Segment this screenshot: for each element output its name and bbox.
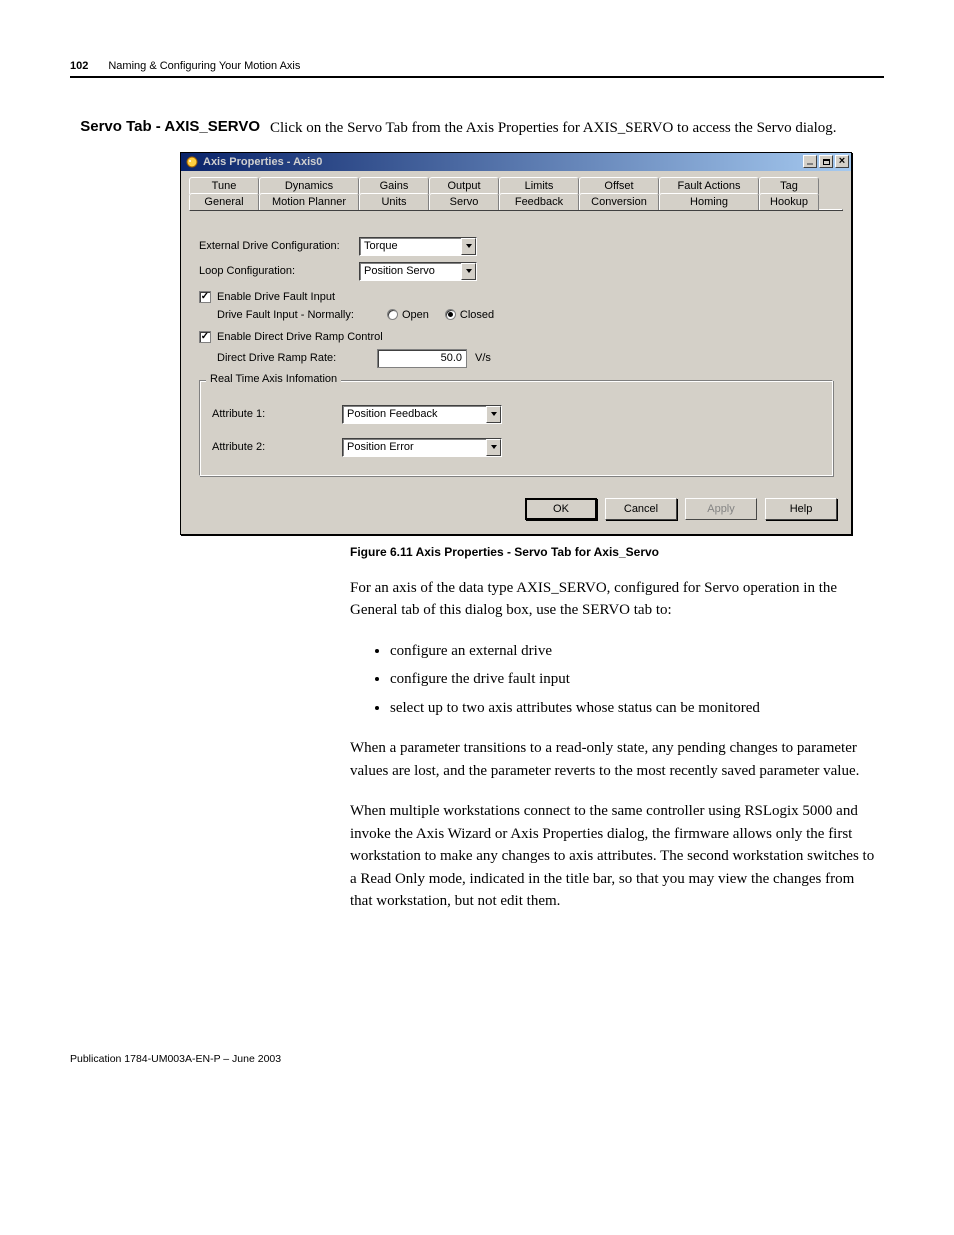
enable-direct-ramp-checkbox[interactable]	[199, 331, 211, 343]
radio-closed-label: Closed	[460, 309, 494, 321]
figure-caption: Figure 6.11 Axis Properties - Servo Tab …	[350, 545, 884, 559]
minimize-button[interactable]	[803, 155, 817, 168]
paragraph-2: When a parameter transitions to a read-o…	[350, 737, 880, 782]
group-legend: Real Time Axis Infomation	[206, 373, 341, 385]
list-item: configure an external drive	[390, 640, 880, 663]
list-item: select up to two axis attributes whose s…	[390, 697, 880, 720]
window-title: Axis Properties - Axis0	[203, 156, 803, 168]
cancel-button[interactable]: Cancel	[605, 498, 677, 520]
tab-motion-planner[interactable]: Motion Planner	[259, 193, 359, 210]
apply-button[interactable]: Apply	[685, 498, 757, 520]
external-drive-label: External Drive Configuration:	[199, 240, 359, 252]
page-header: 102 Naming & Configuring Your Motion Axi…	[70, 60, 884, 78]
tab-row-front: General Motion Planner Units Servo Feedb…	[189, 193, 843, 210]
radio-open[interactable]	[387, 309, 398, 320]
axis-properties-dialog: Axis Properties - Axis0 Tune Dynamics Ga…	[180, 152, 852, 535]
close-button[interactable]	[835, 155, 849, 168]
tab-output[interactable]: Output	[429, 177, 499, 194]
tab-gains[interactable]: Gains	[359, 177, 429, 194]
paragraph-1: For an axis of the data type AXIS_SERVO,…	[350, 577, 880, 622]
chapter-title: Naming & Configuring Your Motion Axis	[108, 60, 300, 72]
chevron-down-icon	[486, 439, 501, 456]
chevron-down-icon	[461, 263, 476, 280]
loop-config-label: Loop Configuration:	[199, 265, 359, 277]
attribute1-select[interactable]: Position Feedback	[342, 405, 502, 424]
section-intro: Click on the Servo Tab from the Axis Pro…	[270, 118, 884, 140]
enable-drive-fault-checkbox[interactable]	[199, 291, 211, 303]
external-drive-select[interactable]: Torque	[359, 237, 477, 256]
tab-row-back: Tune Dynamics Gains Output Limits Offset…	[189, 177, 843, 194]
ramp-rate-label: Direct Drive Ramp Rate:	[217, 352, 377, 364]
radio-open-label: Open	[402, 309, 429, 321]
tab-servo[interactable]: Servo	[429, 193, 499, 210]
tab-hookup[interactable]: Hookup	[759, 193, 819, 210]
bullet-list: configure an external drive configure th…	[350, 640, 880, 720]
tab-units[interactable]: Units	[359, 193, 429, 210]
radio-closed[interactable]	[445, 309, 456, 320]
ok-button[interactable]: OK	[525, 498, 597, 520]
tab-dynamics[interactable]: Dynamics	[259, 177, 359, 194]
publication-footer: Publication 1784-UM003A-EN-P – June 2003	[70, 1053, 884, 1065]
ramp-rate-input[interactable]: 50.0	[377, 349, 467, 368]
attribute2-label: Attribute 2:	[212, 441, 342, 453]
page-number: 102	[70, 60, 88, 72]
tab-limits[interactable]: Limits	[499, 177, 579, 194]
tab-tune[interactable]: Tune	[189, 177, 259, 194]
chevron-down-icon	[486, 406, 501, 423]
ramp-rate-unit: V/s	[475, 352, 491, 364]
enable-drive-fault-label: Enable Drive Fault Input	[217, 291, 335, 303]
attribute2-select[interactable]: Position Error	[342, 438, 502, 457]
app-icon	[185, 155, 199, 169]
drive-fault-input-label: Drive Fault Input - Normally:	[217, 309, 387, 321]
section-heading: Servo Tab - AXIS_SERVO	[70, 118, 270, 140]
tab-offset[interactable]: Offset	[579, 177, 659, 194]
chevron-down-icon	[461, 238, 476, 255]
titlebar[interactable]: Axis Properties - Axis0	[181, 153, 851, 171]
list-item: configure the drive fault input	[390, 668, 880, 691]
tab-fault-actions[interactable]: Fault Actions	[659, 177, 759, 194]
attribute1-label: Attribute 1:	[212, 408, 342, 420]
tab-feedback[interactable]: Feedback	[499, 193, 579, 210]
realtime-axis-group: Real Time Axis Infomation Attribute 1: P…	[199, 380, 833, 476]
tab-general[interactable]: General	[189, 193, 259, 210]
loop-config-select[interactable]: Position Servo	[359, 262, 477, 281]
tab-homing[interactable]: Homing	[659, 193, 759, 210]
tab-tag[interactable]: Tag	[759, 177, 819, 194]
help-button[interactable]: Help	[765, 498, 837, 520]
enable-direct-ramp-label: Enable Direct Drive Ramp Control	[217, 331, 383, 343]
maximize-button[interactable]	[819, 155, 833, 168]
tab-conversion[interactable]: Conversion	[579, 193, 659, 210]
paragraph-3: When multiple workstations connect to th…	[350, 800, 880, 913]
